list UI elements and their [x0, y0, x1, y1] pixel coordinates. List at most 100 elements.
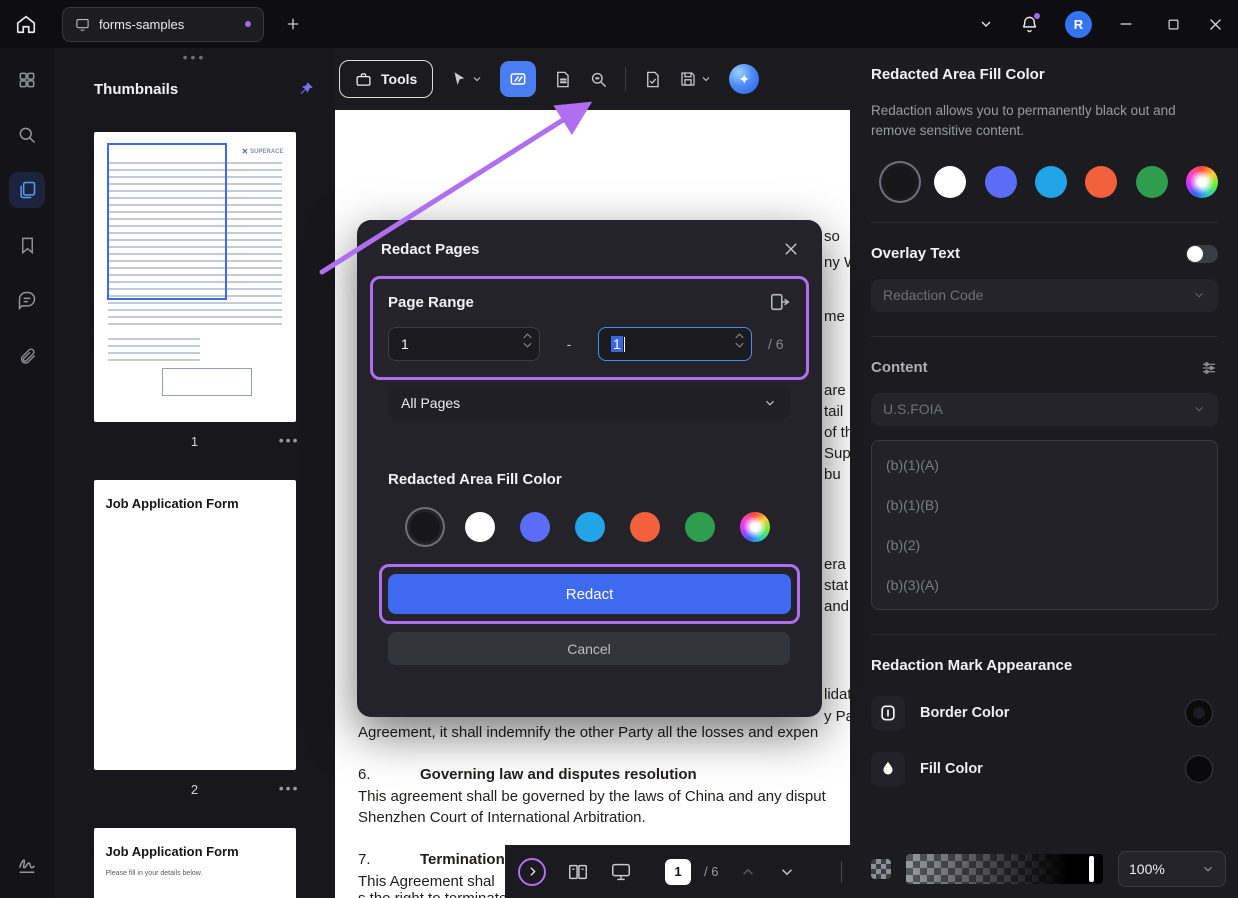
notifications-button[interactable]	[1020, 15, 1039, 34]
color-swatch-indigo[interactable]	[985, 166, 1017, 198]
color-swatch-green[interactable]	[1136, 166, 1168, 198]
new-tab-button[interactable]	[284, 15, 302, 33]
mark-redaction-tool[interactable]	[500, 61, 536, 97]
color-swatch-cyan[interactable]	[1035, 166, 1067, 198]
redact-area-icon	[508, 69, 528, 89]
page-scope-select[interactable]: All Pages	[388, 386, 790, 419]
pin-icon[interactable]	[297, 80, 315, 98]
sidebar-item-grid[interactable]	[9, 62, 45, 98]
chevron-down-icon[interactable]	[978, 16, 994, 32]
range-from-input[interactable]: 1	[388, 327, 540, 361]
redaction-code-select[interactable]: Redaction Code	[871, 279, 1218, 312]
opacity-value: 100%	[1129, 861, 1165, 877]
overlay-text-label: Overlay Text	[871, 245, 960, 262]
logo-mark: ✕	[241, 147, 248, 156]
dialog-close-button[interactable]	[782, 240, 800, 258]
page-thumbnail-2[interactable]: Job Application Form	[94, 480, 296, 770]
opacity-slider-handle[interactable]	[1089, 856, 1094, 882]
color-swatch-black[interactable]	[410, 512, 440, 542]
ai-assistant-button[interactable]: ✦	[729, 64, 759, 94]
code-item[interactable]: (b)(1)(A)	[872, 445, 1217, 485]
page-thumbnail-3[interactable]: Job Application Form Please fill in your…	[94, 828, 296, 898]
redact-pages-tool[interactable]	[553, 70, 572, 89]
color-swatch-cyan[interactable]	[575, 512, 605, 542]
panel-color-swatches	[884, 166, 1218, 198]
apply-redactions-tool[interactable]	[643, 70, 662, 89]
stepper-buttons[interactable]	[735, 333, 744, 348]
toolbar-divider	[625, 67, 626, 91]
code-item[interactable]: (b)(1)(B)	[872, 485, 1217, 525]
dialog-color-swatches	[357, 512, 822, 542]
fill-color-label: Fill Color	[920, 761, 983, 777]
section-title: Termination	[420, 851, 505, 868]
expand-bar-button[interactable]	[518, 858, 546, 886]
redact-button[interactable]: Redact	[388, 574, 791, 614]
home-button[interactable]	[0, 13, 52, 35]
range-dash: -	[540, 336, 598, 352]
two-page-view-icon[interactable]	[567, 861, 589, 883]
transparency-icon	[871, 859, 891, 879]
color-swatch-white[interactable]	[465, 512, 495, 542]
page-number-input[interactable]: 1	[665, 859, 691, 885]
text-caret	[624, 337, 625, 352]
redact-pages-icon	[553, 70, 572, 89]
thumbnails-panel: ••• Thumbnails ✕SUPERACE 1 ••• Job Appli…	[54, 48, 335, 898]
stepper-buttons[interactable]	[523, 333, 532, 348]
page-menu-dots[interactable]: •••	[279, 432, 300, 448]
redact-pages-dialog: Redact Pages Page Range 1 - 1	[357, 220, 822, 717]
opacity-slider[interactable]	[906, 854, 1103, 884]
select-tool[interactable]	[450, 70, 483, 88]
color-swatch-green[interactable]	[685, 512, 715, 542]
tab-label: forms-samples	[99, 17, 184, 32]
minimize-button[interactable]	[1118, 16, 1134, 32]
color-swatch-orange[interactable]	[630, 512, 660, 542]
color-swatch-custom[interactable]	[1186, 166, 1218, 198]
panel-grip[interactable]: •••	[54, 48, 335, 66]
color-swatch-orange[interactable]	[1085, 166, 1117, 198]
page-menu-dots[interactable]: •••	[279, 780, 300, 796]
doc-text-line: This agreement shall be governed by the …	[358, 788, 826, 805]
chevron-down-icon	[700, 73, 712, 85]
tools-button[interactable]: Tools	[339, 60, 433, 98]
maximize-button[interactable]	[1166, 17, 1181, 32]
opacity-select[interactable]: 100%	[1118, 851, 1226, 887]
sidebar-item-comments[interactable]	[9, 282, 45, 318]
border-color-swatch[interactable]	[1186, 700, 1212, 726]
save-tool[interactable]	[679, 70, 712, 88]
sidebar-item-attachments[interactable]	[9, 337, 45, 373]
foia-code-select[interactable]: U.S.FOIA	[871, 393, 1218, 426]
close-button[interactable]	[1207, 16, 1224, 33]
page-range-icon[interactable]	[769, 291, 791, 313]
avatar[interactable]: R	[1065, 11, 1092, 38]
chevron-down-icon	[471, 73, 483, 85]
save-icon	[679, 70, 697, 88]
sidebar-item-search[interactable]	[9, 117, 45, 153]
sidebar-item-thumbnails[interactable]	[9, 172, 45, 208]
cancel-button[interactable]: Cancel	[388, 632, 790, 665]
presentation-icon[interactable]	[610, 861, 632, 883]
search-redact-tool[interactable]	[589, 70, 608, 89]
doc-fragment: of th	[824, 424, 850, 441]
app-window: forms-samples R ••• Thumb	[0, 0, 1238, 898]
page-thumbnail-1[interactable]: ✕SUPERACE	[94, 132, 296, 422]
filter-sliders-icon[interactable]	[1200, 359, 1218, 377]
color-swatch-white[interactable]	[934, 166, 966, 198]
range-from-value: 1	[401, 336, 409, 352]
code-item[interactable]: (b)(3)(A)	[872, 565, 1217, 605]
fill-color-swatch[interactable]	[1186, 756, 1212, 782]
color-swatch-black[interactable]	[884, 166, 916, 198]
sidebar-item-signature[interactable]	[9, 846, 45, 882]
document-tab[interactable]: forms-samples	[62, 7, 264, 42]
panel-divider	[871, 222, 1218, 223]
color-swatch-custom[interactable]	[740, 512, 770, 542]
page-range-highlight: Page Range 1 - 1	[370, 276, 809, 380]
scope-value: All Pages	[401, 395, 460, 411]
selection-rectangle	[107, 143, 227, 300]
next-page-button[interactable]	[778, 863, 796, 881]
sidebar-item-bookmarks[interactable]	[9, 227, 45, 263]
overlay-text-toggle[interactable]	[1186, 245, 1218, 263]
range-to-input[interactable]: 1	[598, 327, 752, 361]
code-item[interactable]: (b)(2)	[872, 525, 1217, 565]
previous-page-button[interactable]	[739, 863, 757, 881]
color-swatch-indigo[interactable]	[520, 512, 550, 542]
